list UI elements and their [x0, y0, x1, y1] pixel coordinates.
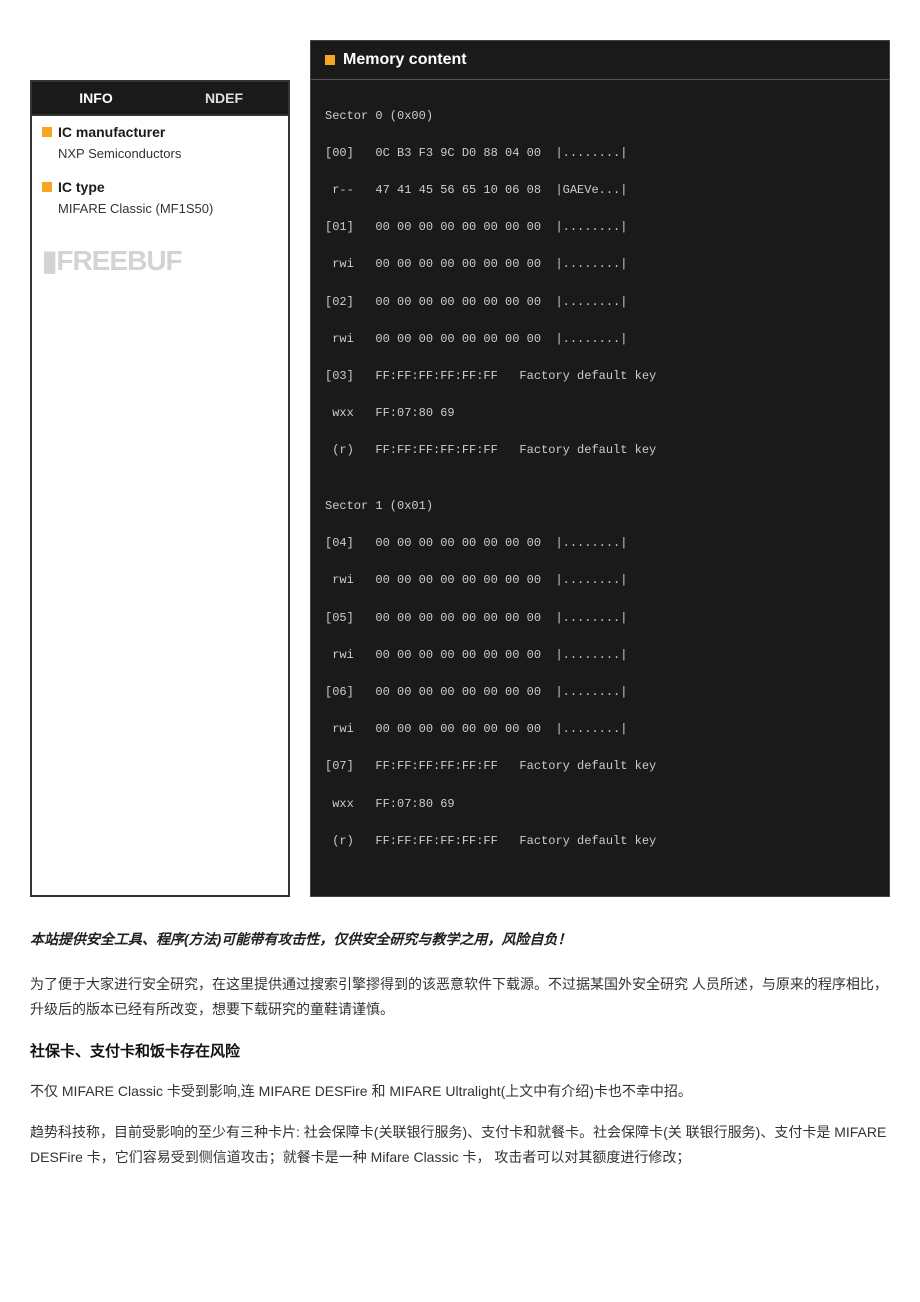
- ic-type-bullet: [42, 182, 52, 192]
- manufacturer-section-label: IC manufacturer: [32, 116, 288, 144]
- paragraph-1: 为了便于大家进行安全研究，在这里提供通过搜索引擎摎得到的该恶意软件下载源。不过据…: [30, 972, 890, 1022]
- tab-info[interactable]: INFO: [32, 82, 160, 114]
- ic-type-section-label: IC type: [32, 171, 288, 199]
- memory-content-body: Sector 0 (0x00) [00] 0C B3 F3 9C D0 88 0…: [311, 80, 889, 896]
- logo-text: FREEBUF: [56, 245, 181, 277]
- main-container: INFO NDEF IC manufacturer NXP Semiconduc…: [30, 40, 890, 897]
- logo-icon: ▮: [42, 244, 56, 277]
- paragraph-2: 不仅 MIFARE Classic 卡受到影响,连 MIFARE DESFire…: [30, 1079, 890, 1104]
- memory-title: Memory content: [311, 41, 889, 80]
- paragraph-3: 趋势科技称，目前受影响的至少有三种卡片: 社会保障卡(关联银行服务)、支付卡和就…: [30, 1120, 890, 1170]
- heading-1: 社保卡、支付卡和饭卡存在风险: [30, 1038, 890, 1065]
- tab-ndef[interactable]: NDEF: [160, 82, 288, 114]
- left-panel: INFO NDEF IC manufacturer NXP Semiconduc…: [30, 80, 290, 897]
- tab-row: INFO NDEF: [32, 82, 288, 116]
- ic-type-value: MIFARE Classic (MF1S50): [32, 199, 288, 226]
- text-section: 本站提供安全工具、程序(方法)可能带有攻击性，仅供安全研究与教学之用，风险自负！…: [30, 927, 890, 1171]
- memory-panel: Memory content Sector 0 (0x00) [00] 0C B…: [310, 40, 890, 897]
- logo-area: ▮ FREEBUF: [32, 226, 288, 291]
- manufacturer-bullet: [42, 127, 52, 137]
- memory-title-bullet: [325, 55, 335, 65]
- warning-text: 本站提供安全工具、程序(方法)可能带有攻击性，仅供安全研究与教学之用，风险自负！: [30, 927, 890, 952]
- manufacturer-value: NXP Semiconductors: [32, 144, 288, 171]
